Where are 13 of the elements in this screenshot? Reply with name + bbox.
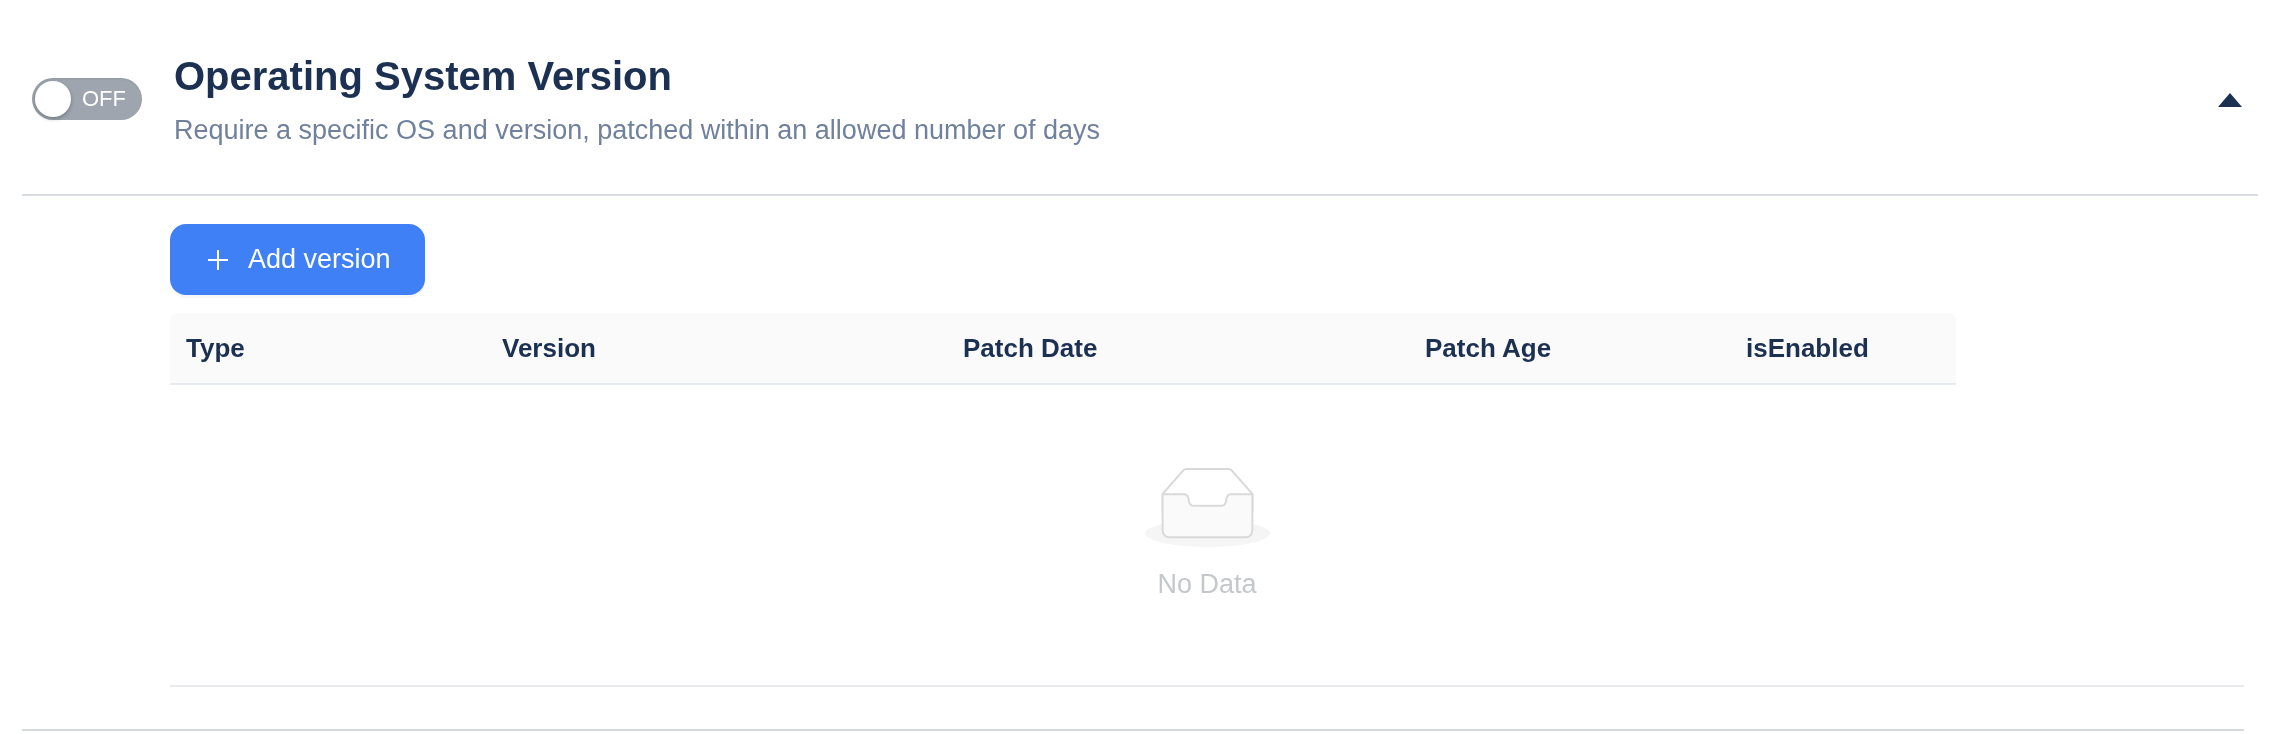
section-title: Operating System Version [174,53,672,99]
toggle-switch[interactable]: OFF [32,78,142,120]
column-header: Patch Age [1424,331,1553,365]
column-header: Patch Date [962,331,1099,365]
caret-up-icon[interactable] [2218,93,2242,107]
section-description: Require a specific OS and version, patched within an allowed number of days [174,114,1100,147]
empty-inbox-icon [1144,467,1270,547]
plus-icon [208,249,228,270]
column-header: Version [501,331,597,365]
column-header: isEnabled [1745,331,1870,365]
empty-state-text: No Data [1157,568,1257,601]
add-version-button[interactable]: Add version [170,224,425,295]
column-header: Type [185,331,246,365]
